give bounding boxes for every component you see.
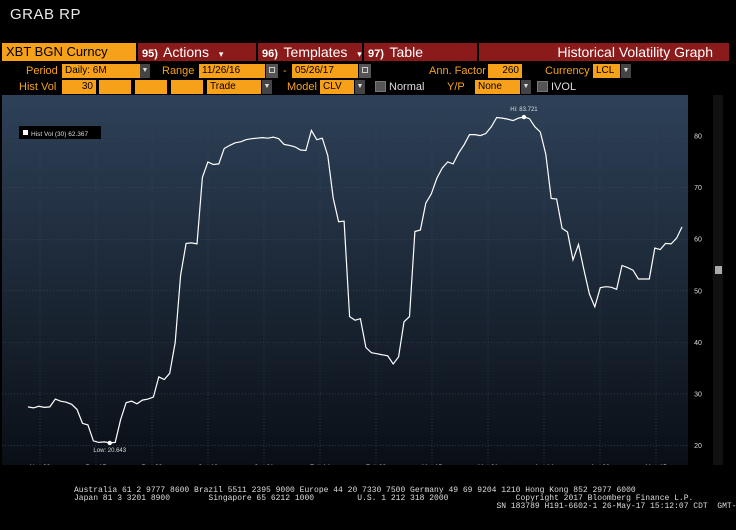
x-tick-label: Dec 15: [86, 464, 107, 465]
ticker-field[interactable]: XBT BGN Curncy: [2, 43, 136, 61]
period-label: Period: [26, 65, 58, 77]
hist-vol-input-2[interactable]: [99, 80, 131, 94]
ann-factor-label: Ann. Factor: [429, 65, 486, 77]
footer: Australia 61 2 9777 8600 Brazil 5511 239…: [74, 487, 736, 511]
y-tick-label: 30: [694, 391, 702, 398]
hist-vol-label: Hist Vol: [19, 81, 57, 93]
ivol-checkbox[interactable]: [537, 81, 548, 92]
range-start-input[interactable]: 11/26/16: [199, 64, 265, 78]
table-button[interactable]: 97) Table: [364, 43, 477, 61]
plot-background: [2, 95, 688, 465]
normal-label: Normal: [389, 81, 425, 93]
templates-button[interactable]: 96) Templates ▾: [258, 43, 362, 61]
actions-num: 95): [142, 48, 158, 60]
y-tick-label: 70: [694, 185, 702, 192]
model-select[interactable]: CLV: [320, 80, 354, 94]
y-tick-label: 80: [694, 134, 702, 141]
chevron-down-icon[interactable]: ▼: [621, 64, 631, 78]
page-title: GRAB RP: [10, 6, 82, 23]
chevron-down-icon[interactable]: ▼: [262, 80, 272, 94]
x-tick-label: Nov 30: [30, 464, 51, 465]
currency-label: Currency: [545, 65, 590, 77]
chevron-down-icon: ▾: [218, 49, 224, 59]
table-num: 97): [368, 48, 384, 60]
currency-select[interactable]: LCL: [593, 64, 620, 78]
y-tick-label: 60: [694, 237, 702, 244]
x-tick-label: May 15: [645, 464, 667, 465]
y-tick-label: 20: [694, 443, 702, 450]
hist-vol-input-4[interactable]: [171, 80, 203, 94]
hist-vol-input-3[interactable]: [135, 80, 167, 94]
price-type-select[interactable]: Trade: [207, 80, 261, 94]
x-tick-label: Jan 16: [198, 464, 218, 465]
chevron-down-icon: ▾: [357, 49, 362, 59]
y-axis: 20 30 40 50 60 70 80: [694, 134, 702, 450]
range-end-input[interactable]: 05/26/17: [292, 64, 358, 78]
y-tick-label: 40: [694, 340, 702, 347]
ann-factor-input[interactable]: 260: [488, 64, 522, 78]
range-label: Range: [162, 65, 195, 77]
calendar-icon[interactable]: [266, 64, 278, 78]
legend: Hist Vol (30) 62.367: [19, 126, 101, 139]
x-tick-label: Mar 15: [422, 464, 443, 465]
scrollbar[interactable]: [713, 95, 723, 465]
x-tick-label: Mar 31: [478, 464, 499, 465]
legend-swatch: [23, 130, 28, 135]
normal-checkbox[interactable]: [375, 81, 386, 92]
low-marker: [107, 440, 112, 446]
low-label: Low: 20.643: [93, 448, 126, 454]
chevron-down-icon[interactable]: ▼: [355, 80, 365, 94]
range-separator: -: [283, 65, 287, 77]
chevron-down-icon[interactable]: ▼: [140, 64, 150, 78]
yp-select[interactable]: None: [475, 80, 520, 94]
x-tick-label: Feb 14: [310, 464, 331, 465]
model-label: Model: [287, 81, 317, 93]
footer-line-3: SN 183789 H191-6602-1 26-May-17 15:12:07…: [74, 502, 736, 511]
actions-label: Actions: [163, 44, 209, 60]
ivol-label: IVOL: [551, 81, 577, 93]
hi-marker: [521, 114, 527, 120]
x-tick-label: Jan 31: [254, 464, 274, 465]
chevron-down-icon[interactable]: ▼: [521, 80, 531, 94]
volatility-chart: 20 30 40 50 60 70 80 Nov 30 Dec 15 Dec 30 Jan 16 J…: [2, 95, 710, 471]
period-select[interactable]: Daily: 6M: [62, 64, 140, 78]
graph-title: Historical Volatility Graph: [479, 43, 729, 61]
calendar-icon[interactable]: [359, 64, 371, 78]
x-tick-label: Feb 28: [366, 464, 387, 465]
y-tick-label: 50: [694, 288, 702, 295]
templates-num: 96): [262, 48, 278, 60]
scroll-handle[interactable]: [715, 266, 722, 274]
hi-label: Hi: 83.721: [510, 107, 538, 113]
chart-svg: 20 30 40 50 60 70 80 Nov 30 Dec 15 Dec 30 Jan 16 J…: [2, 95, 702, 471]
x-tick-label: Apr 14: [534, 464, 554, 465]
table-label: Table: [389, 44, 424, 60]
templates-label: Templates: [283, 44, 348, 60]
actions-button[interactable]: 95) Actions ▾: [138, 43, 256, 61]
x-tick-label: Dec 30: [142, 464, 163, 465]
hist-vol-input[interactable]: 30: [62, 80, 96, 94]
yp-label: Y/P: [447, 81, 465, 93]
x-tick-label: Apr 28: [590, 464, 610, 465]
legend-label: Hist Vol (30) 62.367: [31, 131, 88, 138]
